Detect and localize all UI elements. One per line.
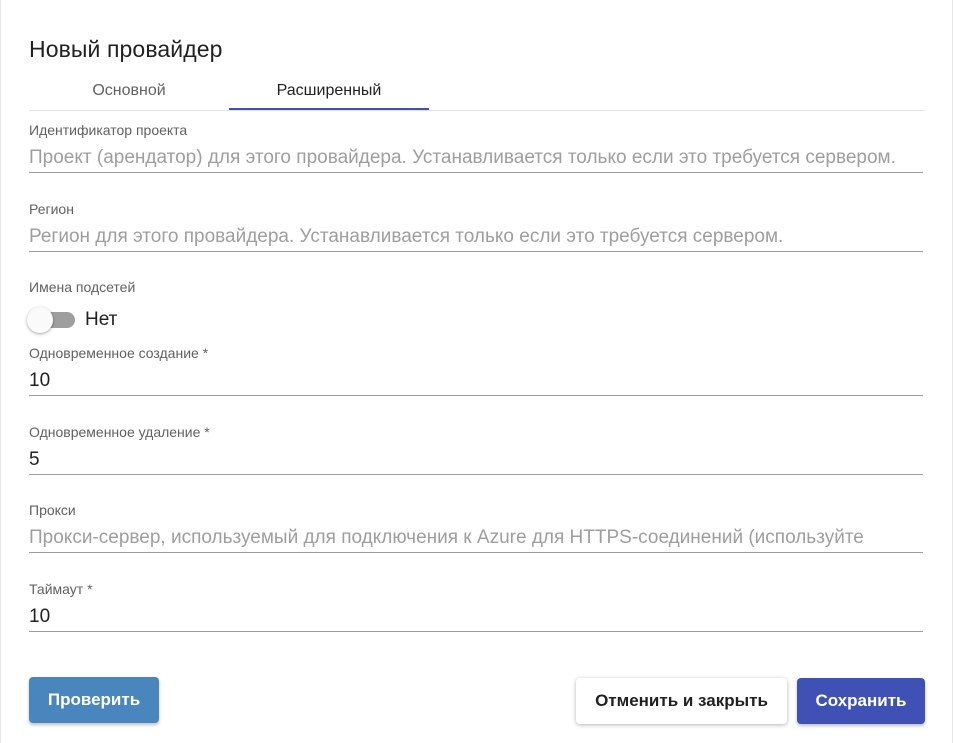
proxy-input[interactable]	[29, 527, 923, 553]
subnets-toggle-row: Нет	[27, 307, 118, 333]
tab-advanced[interactable]: Расширенный	[229, 74, 429, 110]
proxy-label: Прокси	[29, 502, 76, 518]
test-button[interactable]: Проверить	[29, 677, 159, 723]
concurrent-create-field: Одновременное создание *	[29, 344, 923, 396]
region-input[interactable]	[29, 226, 923, 252]
timeout-field: Таймаут *	[29, 580, 923, 632]
timeout-label: Таймаут *	[29, 581, 93, 597]
project-id-label: Идентификатор проекта	[29, 122, 188, 138]
region-label: Регион	[29, 201, 74, 217]
region-field: Регион	[29, 200, 923, 252]
concurrent-create-input[interactable]	[29, 370, 923, 396]
proxy-field: Прокси	[29, 501, 923, 553]
subnets-toggle-state: Нет	[85, 309, 118, 330]
cancel-close-button[interactable]: Отменить и закрыть	[576, 678, 787, 724]
concurrent-delete-input[interactable]	[29, 449, 923, 475]
subnets-toggle[interactable]	[27, 307, 75, 333]
dialog-title: Новый провайдер	[29, 36, 223, 62]
subnets-field: Имена подсетей	[29, 278, 923, 296]
save-button[interactable]: Сохранить	[797, 678, 925, 724]
project-id-field: Идентификатор проекта	[29, 121, 923, 173]
concurrent-delete-field: Одновременное удаление *	[29, 423, 923, 475]
project-id-input[interactable]	[29, 147, 923, 173]
tab-bar: Основной Расширенный	[29, 74, 924, 111]
timeout-input[interactable]	[29, 606, 923, 632]
tab-main[interactable]: Основной	[29, 74, 229, 110]
subnets-label: Имена подсетей	[29, 279, 136, 295]
new-provider-dialog: Новый провайдер Основной Расширенный Иде…	[0, 0, 953, 743]
active-tab-indicator	[229, 108, 429, 110]
concurrent-create-label: Одновременное создание *	[29, 345, 209, 361]
concurrent-delete-label: Одновременное удаление *	[29, 424, 210, 440]
toggle-thumb	[27, 307, 53, 333]
